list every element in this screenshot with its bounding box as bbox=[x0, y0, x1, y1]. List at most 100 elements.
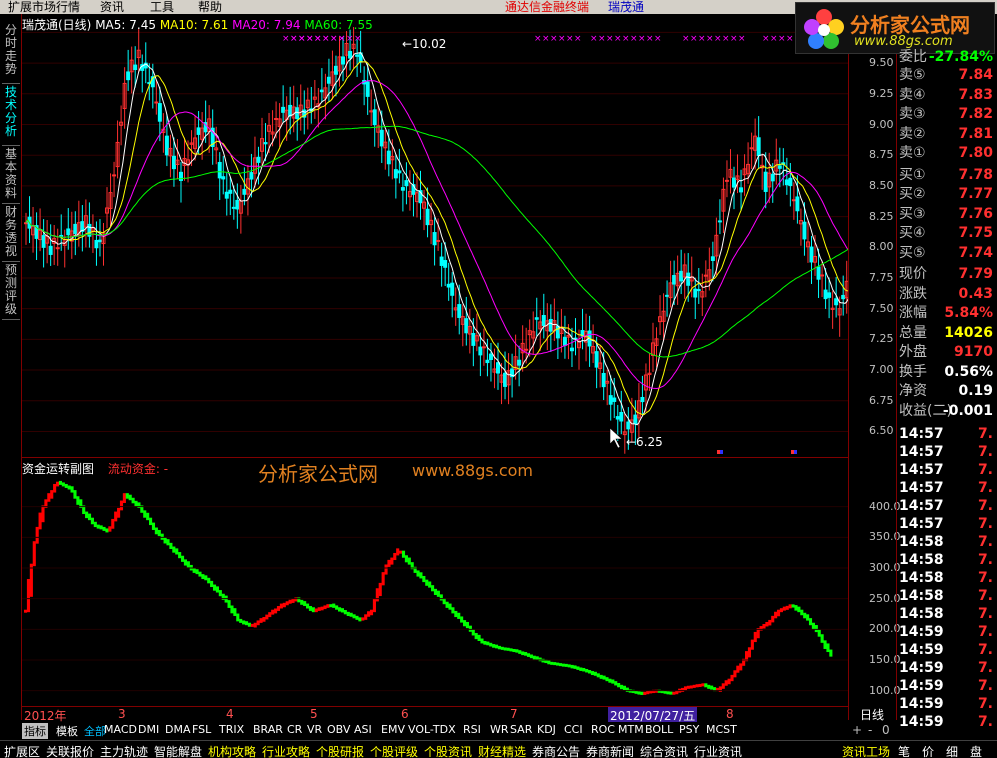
capital-flow-bar bbox=[637, 691, 641, 695]
tab-intraday[interactable]: 分时走势 bbox=[2, 24, 20, 84]
bottom-right-item[interactable]: 盘 bbox=[970, 743, 982, 758]
menu-info[interactable]: 资讯 bbox=[100, 0, 124, 14]
tab-indicator-voltdx[interactable]: VOL-TDX bbox=[408, 723, 456, 736]
candlestick-chart[interactable]: × × × × ×× × × × × × ×× × × × × × × × × × × × × × × × × × × × × × × × × × × ×… bbox=[22, 14, 848, 456]
bottom-right-item[interactable]: 笔 bbox=[898, 743, 910, 758]
capital-flow-bar bbox=[553, 662, 557, 666]
bottom-tab-item[interactable]: 行业资讯 bbox=[694, 743, 742, 758]
tab-indicator-obv[interactable]: OBV bbox=[327, 723, 350, 736]
capital-flow-bar bbox=[791, 604, 795, 608]
candle-body bbox=[231, 206, 236, 209]
signal-marker: × bbox=[534, 34, 542, 44]
capital-flow-bar bbox=[698, 683, 702, 687]
menu-tools[interactable]: 工具 bbox=[150, 0, 174, 14]
tab-indicator-cci[interactable]: CCI bbox=[564, 723, 583, 736]
bottom-tab-item[interactable]: 个股评级 bbox=[370, 743, 418, 758]
bottom-tab-item[interactable]: 行业攻略 bbox=[262, 743, 310, 758]
bottom-tab-item[interactable]: 个股研报 bbox=[316, 743, 364, 758]
candle-body bbox=[326, 76, 331, 84]
tab-template[interactable]: 模板 bbox=[56, 723, 78, 739]
tab-indicator-psy[interactable]: PSY bbox=[679, 723, 699, 736]
y-axis: 9.759.509.259.008.758.508.258.007.757.50… bbox=[848, 14, 901, 720]
tab-indicator-asi[interactable]: ASI bbox=[354, 723, 372, 736]
stat-row-label: 涨幅 bbox=[899, 305, 927, 321]
tab-indicator-[interactable]: 全部 bbox=[84, 723, 106, 739]
menu-extended-market[interactable]: 扩展市场行情 bbox=[8, 0, 80, 14]
tab-indicator-emv[interactable]: EMV bbox=[381, 723, 405, 736]
tab-indicator-dmi[interactable]: DMI bbox=[138, 723, 159, 736]
capital-flow-bar bbox=[378, 582, 382, 597]
date-label: 4 bbox=[226, 707, 234, 721]
capital-flow-bar bbox=[186, 561, 190, 568]
tab-indicator-roc[interactable]: ROC bbox=[591, 723, 615, 736]
tab-indicator-mtm[interactable]: MTM bbox=[618, 723, 644, 736]
candle-body bbox=[154, 101, 159, 104]
capital-flow-bar bbox=[588, 670, 592, 674]
bottom-right-item[interactable]: 细 bbox=[946, 743, 958, 758]
candle-body bbox=[242, 188, 247, 195]
weibi-row: 委比 -27.84% bbox=[897, 48, 997, 67]
tab-indicator-macd[interactable]: MACD bbox=[104, 723, 137, 736]
capital-flow-bar bbox=[814, 625, 818, 633]
candle-body bbox=[503, 372, 508, 387]
zoom-reset-button[interactable]: 0 bbox=[882, 723, 890, 737]
bottom-tab-item[interactable]: 财经精选 bbox=[478, 743, 526, 758]
tab-indicator-boll[interactable]: BOLL bbox=[645, 723, 673, 736]
tab-indicator-sar[interactable]: SAR bbox=[510, 723, 532, 736]
tick-row: 14:57 7. bbox=[897, 479, 997, 498]
bottom-tab-item[interactable]: 智能解盘 bbox=[154, 743, 202, 758]
capital-flow-bar bbox=[619, 684, 624, 690]
capital-flow-bar bbox=[335, 605, 339, 610]
tab-indicator-cr[interactable]: CR bbox=[287, 723, 302, 736]
bottom-right-item[interactable]: 资讯工场 bbox=[842, 743, 890, 758]
capital-flow-bar bbox=[727, 678, 731, 685]
tab-indicator-rsi[interactable]: RSI bbox=[463, 723, 481, 736]
bottom-tab-item[interactable]: 主力轨迹 bbox=[100, 743, 148, 758]
signal-marker: × bbox=[730, 34, 738, 44]
zoom-in-button[interactable]: + bbox=[852, 723, 862, 737]
stat-row: 涨跌 0.43 bbox=[897, 285, 997, 304]
sell-order-row-label: 卖③ bbox=[899, 106, 926, 122]
capital-flow-bar bbox=[329, 604, 333, 608]
bottom-tab-item[interactable]: 扩展区 bbox=[4, 743, 40, 758]
tab-indicator-wr[interactable]: WR bbox=[490, 723, 509, 736]
capital-flow-bar bbox=[96, 524, 100, 529]
capital-flow-bar bbox=[332, 603, 336, 608]
capital-flow-bar bbox=[614, 681, 618, 686]
bottom-tab-item[interactable]: 机构攻略 bbox=[208, 743, 256, 758]
candle-body bbox=[439, 256, 444, 266]
capital-flow-chart[interactable] bbox=[22, 476, 848, 706]
period-label[interactable]: 日线 bbox=[848, 706, 896, 722]
sell-order-row-label: 卖② bbox=[899, 125, 926, 142]
bottom-tab-item[interactable]: 券商公告 bbox=[532, 743, 580, 758]
capital-flow-bar bbox=[274, 608, 278, 614]
tab-forecast[interactable]: 预测评级 bbox=[2, 264, 20, 320]
capital-flow-bar bbox=[739, 663, 743, 671]
logo-url: www.88gs.com bbox=[854, 34, 953, 49]
capital-flow-bar bbox=[564, 663, 568, 667]
bottom-tab-item[interactable]: 券商新闻 bbox=[586, 743, 634, 758]
tick-price: 7. bbox=[977, 534, 993, 550]
tab-indicator-dma[interactable]: DMA bbox=[165, 723, 191, 736]
bottom-tab-item[interactable]: 关联报价 bbox=[46, 743, 94, 758]
bottom-tab-item[interactable]: 个股资讯 bbox=[424, 743, 472, 758]
capital-flow-bar bbox=[573, 665, 577, 669]
tab-financials[interactable]: 财务透视 bbox=[2, 206, 20, 262]
tab-indicator-brar[interactable]: BRAR bbox=[253, 723, 283, 736]
tab-indicator-fsl[interactable]: FSL bbox=[192, 723, 211, 736]
capital-flow-bar bbox=[433, 588, 438, 595]
tab-indicator-mcst[interactable]: MCST bbox=[706, 723, 737, 736]
candle-body bbox=[425, 208, 430, 226]
tab-fundamentals[interactable]: 基本资料 bbox=[2, 148, 20, 204]
capital-flow-bar bbox=[570, 664, 574, 669]
zoom-out-button[interactable]: - bbox=[868, 723, 872, 737]
tab-technical[interactable]: 技术分析 bbox=[2, 86, 20, 146]
tab-indicator-kdj[interactable]: KDJ bbox=[537, 723, 556, 736]
bottom-right-item[interactable]: 价 bbox=[922, 743, 934, 758]
tab-indicator[interactable]: 指标 bbox=[22, 723, 48, 739]
candle-body bbox=[224, 191, 229, 199]
tab-indicator-vr[interactable]: VR bbox=[307, 723, 322, 736]
bottom-tab-item[interactable]: 综合资讯 bbox=[640, 743, 688, 758]
menu-help[interactable]: 帮助 bbox=[198, 0, 222, 14]
tab-indicator-trix[interactable]: TRIX bbox=[219, 723, 244, 736]
